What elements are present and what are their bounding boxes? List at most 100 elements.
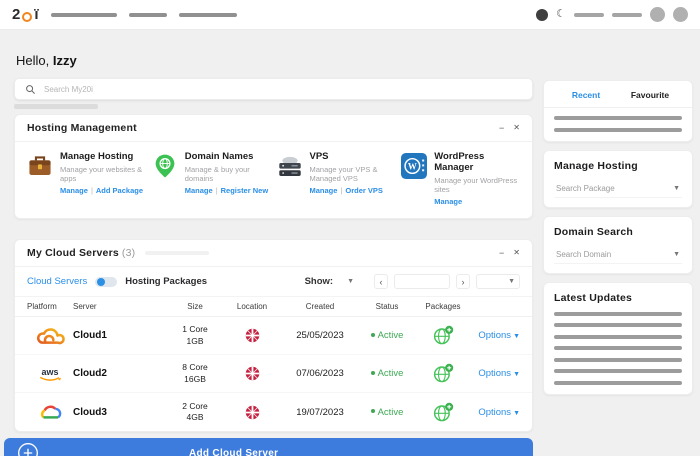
- skeleton-bar: [554, 357, 682, 362]
- package-search-input[interactable]: [556, 184, 674, 193]
- nav-placeholder: [178, 12, 237, 17]
- chevron-down-icon: ▼: [508, 278, 515, 285]
- col-server: Server: [73, 302, 97, 311]
- page-greeting: Hello, Izzy: [16, 53, 533, 68]
- packages-globe-add-icon[interactable]: [433, 363, 454, 384]
- link-separator: |: [340, 186, 343, 195]
- col-platform: Platform: [27, 302, 57, 311]
- moon-icon[interactable]: ☾: [556, 9, 566, 20]
- skeleton-bar: [554, 323, 682, 327]
- top-nav: 2ï ☾: [0, 0, 700, 30]
- sidebar: Recent Favourite Manage Hosting ▼ Domain…: [543, 30, 693, 456]
- google-cloud-platform-icon: [40, 405, 62, 419]
- status-badge: Active: [359, 330, 415, 341]
- vps-server-icon: [278, 156, 301, 176]
- close-icon[interactable]: ✕: [513, 249, 520, 257]
- col-status: Status: [375, 302, 399, 311]
- table-row: aws Cloud2 8 Core16GB 07/06/2023 Active: [15, 355, 532, 393]
- manage-link[interactable]: Manage: [60, 186, 88, 195]
- skeleton-bar: [145, 251, 210, 255]
- cloud-servers-tab[interactable]: Cloud Servers: [27, 276, 87, 287]
- col-size: Size: [187, 302, 203, 311]
- toggle-knob: [96, 277, 105, 286]
- register-new-link[interactable]: Register New: [221, 186, 269, 195]
- table-header: Platform Server Size Location Created St…: [15, 297, 532, 317]
- manage-link[interactable]: Manage: [185, 186, 213, 195]
- server-name: Cloud2: [73, 368, 107, 379]
- minimize-icon[interactable]: −: [499, 248, 504, 258]
- domain-search-select[interactable]: ▼: [554, 247, 682, 264]
- packages-globe-add-icon[interactable]: [433, 325, 454, 346]
- quicklink-desc: Manage your websites & apps: [60, 164, 143, 183]
- options-button[interactable]: Options ▼: [471, 368, 520, 379]
- greeting-prefix: Hello,: [16, 53, 50, 68]
- quicklink-domain-names: Domain Names Manage & buy your domains M…: [152, 151, 277, 206]
- logo-2: 2: [12, 6, 21, 23]
- link-separator: |: [215, 186, 218, 195]
- status-badge: Active: [359, 368, 415, 379]
- orange-cloud-platform-icon: [36, 327, 65, 344]
- uk-flag-location-icon: [245, 366, 259, 381]
- uk-flag-location-icon: [245, 405, 259, 419]
- avatar[interactable]: [673, 7, 688, 22]
- manage-hosting-card: Manage Hosting ▼: [543, 150, 693, 208]
- server-name: Cloud3: [73, 406, 107, 418]
- per-page-select[interactable]: ▼: [476, 274, 520, 289]
- nav-placeholder: [50, 12, 117, 17]
- page-next-button[interactable]: ›: [456, 274, 470, 289]
- panel-title: Hosting Management: [27, 122, 137, 134]
- options-button[interactable]: Options ▼: [471, 330, 520, 341]
- uk-flag-location-icon: [245, 328, 259, 343]
- top-nav-right: ☾: [536, 7, 688, 22]
- quicklink-title: Manage Hosting: [60, 151, 134, 162]
- manage-link[interactable]: Manage: [434, 197, 462, 206]
- add-package-link[interactable]: Add Package: [96, 186, 143, 195]
- skeleton-bar: [554, 346, 682, 350]
- tab-favourite[interactable]: Favourite: [618, 90, 682, 100]
- add-cloud-server-button[interactable]: Add Cloud Server: [4, 438, 533, 456]
- wordpress-icon: W: [401, 153, 428, 179]
- skeleton-bar: [554, 380, 682, 385]
- package-search-select[interactable]: ▼: [554, 181, 682, 198]
- hosting-packages-tab[interactable]: Hosting Packages: [125, 276, 207, 287]
- quicklink-desc: Manage your WordPress sites: [434, 175, 518, 194]
- status-badge: Active: [359, 407, 415, 418]
- theme-dark-toggle[interactable]: [536, 8, 549, 21]
- domain-search-input[interactable]: [556, 250, 674, 259]
- logo-o-ring: [22, 12, 33, 22]
- avatar[interactable]: [650, 7, 665, 22]
- manage-link[interactable]: Manage: [310, 186, 338, 195]
- order-vps-link[interactable]: Order VPS: [345, 186, 383, 195]
- search-input[interactable]: [44, 84, 522, 94]
- card-title: Manage Hosting: [554, 160, 638, 172]
- status-dot: [370, 409, 375, 414]
- page-number-input[interactable]: [394, 274, 450, 289]
- recent-favourite-card: Recent Favourite: [543, 80, 693, 142]
- view-toggle-switch[interactable]: [95, 276, 118, 287]
- domain-pin-icon: [155, 154, 175, 178]
- col-location: Location: [236, 302, 268, 311]
- skeleton-bar: [554, 334, 682, 339]
- tab-recent[interactable]: Recent: [554, 90, 618, 100]
- server-count: (3): [121, 247, 136, 259]
- hosting-management-panel: Hosting Management − ✕ Manage Hosting Ma…: [14, 114, 533, 219]
- svg-text:W: W: [408, 161, 417, 171]
- logo-i: ï: [34, 6, 39, 23]
- created-date: 07/06/2023: [296, 368, 344, 379]
- page-prev-button[interactable]: ‹: [374, 274, 388, 289]
- chevron-down-icon: ▼: [673, 251, 680, 258]
- close-icon[interactable]: ✕: [513, 124, 520, 132]
- minimize-icon[interactable]: −: [499, 123, 504, 133]
- chevron-down-icon: ▼: [673, 185, 680, 192]
- chevron-down-icon: ▼: [513, 409, 520, 417]
- greeting-name: Izzy: [52, 53, 77, 68]
- skeleton-bar: [554, 116, 682, 120]
- svg-text:aws: aws: [41, 366, 58, 376]
- panel-title: My Cloud Servers (3): [27, 247, 136, 259]
- options-button[interactable]: Options ▼: [471, 407, 520, 418]
- logo-20i[interactable]: 2ï: [12, 6, 39, 23]
- global-search[interactable]: [14, 78, 533, 100]
- status-dot: [370, 370, 375, 375]
- show-dropdown-caret-icon[interactable]: ▼: [347, 278, 354, 285]
- packages-globe-add-icon[interactable]: [433, 402, 454, 423]
